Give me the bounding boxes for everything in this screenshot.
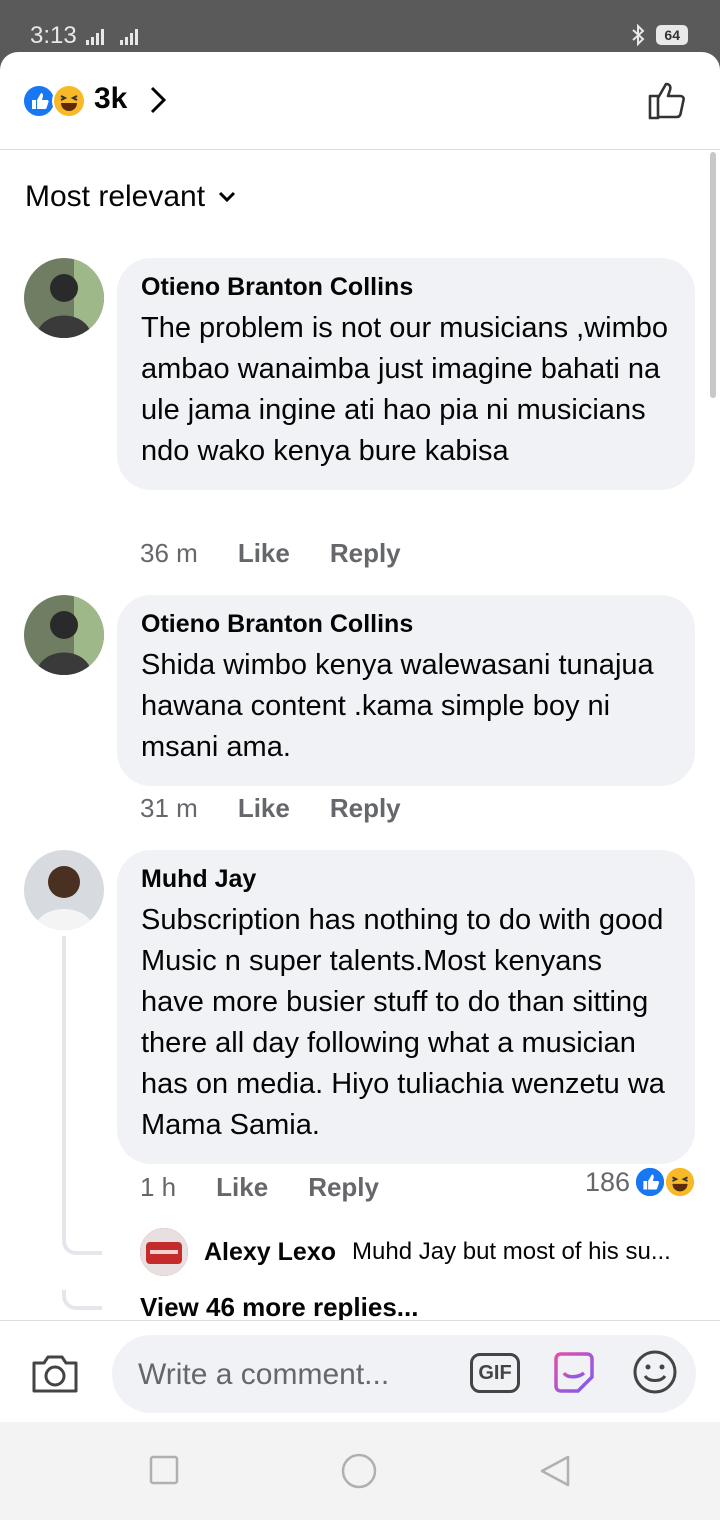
sort-dropdown[interactable]: Most relevant bbox=[25, 180, 237, 214]
comment-actions: 36 m Like Reply bbox=[140, 538, 401, 569]
avatar[interactable] bbox=[24, 850, 104, 930]
avatar[interactable] bbox=[24, 595, 104, 675]
system-navigation-bar bbox=[0, 1422, 720, 1520]
reaction-icons bbox=[22, 84, 86, 118]
reactions-header[interactable]: 3k bbox=[0, 52, 720, 150]
gif-button[interactable]: GIF bbox=[470, 1353, 520, 1393]
comment-time[interactable]: 31 m bbox=[140, 793, 198, 824]
like-link[interactable]: Like bbox=[238, 538, 290, 569]
status-bar: 3:13 64 bbox=[0, 0, 720, 60]
comment-input[interactable] bbox=[136, 1335, 460, 1415]
recent-apps-icon[interactable] bbox=[148, 1454, 180, 1486]
back-icon[interactable] bbox=[538, 1454, 572, 1488]
thread-branch bbox=[62, 1235, 102, 1255]
like-reaction-icon bbox=[634, 1166, 666, 1198]
like-link[interactable]: Like bbox=[238, 793, 290, 824]
battery-indicator: 64 bbox=[656, 25, 688, 45]
comment-bubble[interactable]: Otieno Branton Collins Shida wimbo kenya… bbox=[117, 595, 695, 786]
home-icon[interactable] bbox=[340, 1452, 378, 1490]
like-icon[interactable] bbox=[646, 78, 690, 122]
reply-text: Muhd Jay but most of his su... bbox=[352, 1238, 671, 1265]
avatar[interactable] bbox=[24, 258, 104, 338]
reply-link[interactable]: Reply bbox=[308, 1172, 379, 1203]
like-reaction-icon bbox=[22, 84, 56, 118]
comment-author[interactable]: Otieno Branton Collins bbox=[141, 609, 671, 639]
reply-link[interactable]: Reply bbox=[330, 538, 401, 569]
reply-preview[interactable]: Alexy Lexo Muhd Jay but most of his su..… bbox=[140, 1228, 700, 1276]
haha-reaction-icon bbox=[664, 1166, 696, 1198]
comment-actions: 31 m Like Reply bbox=[140, 793, 401, 824]
reply-link[interactable]: Reply bbox=[330, 793, 401, 824]
sort-label: Most relevant bbox=[25, 180, 206, 213]
comment-reactions[interactable]: 186 bbox=[585, 1166, 696, 1198]
haha-reaction-icon bbox=[52, 84, 86, 118]
thread-branch bbox=[62, 1290, 102, 1310]
emoji-icon[interactable] bbox=[632, 1349, 678, 1395]
comment-text: Subscription has nothing to do with good… bbox=[141, 904, 665, 1141]
comment-bubble[interactable]: Muhd Jay Subscription has nothing to do … bbox=[117, 850, 695, 1164]
thread-line bbox=[62, 936, 66, 1236]
status-time: 3:13 bbox=[30, 22, 77, 49]
signal-icon bbox=[86, 29, 138, 45]
comment-time[interactable]: 1 h bbox=[140, 1172, 176, 1203]
reply-author[interactable]: Alexy Lexo bbox=[204, 1238, 336, 1267]
camera-icon[interactable] bbox=[30, 1351, 80, 1395]
chevron-down-icon bbox=[219, 191, 236, 203]
comment-input-container[interactable]: GIF bbox=[112, 1335, 696, 1415]
comment-author[interactable]: Otieno Branton Collins bbox=[141, 272, 671, 302]
sticker-icon[interactable] bbox=[550, 1349, 598, 1397]
reaction-count[interactable]: 3k bbox=[94, 82, 127, 116]
like-link[interactable]: Like bbox=[216, 1172, 268, 1203]
chevron-right-icon[interactable] bbox=[146, 82, 170, 118]
reaction-count: 186 bbox=[584, 1166, 630, 1197]
scrollbar[interactable] bbox=[710, 152, 716, 398]
avatar[interactable] bbox=[140, 1228, 188, 1276]
comment-bubble[interactable]: Otieno Branton Collins The problem is no… bbox=[117, 258, 695, 490]
view-more-replies-link[interactable]: View 46 more replies... bbox=[140, 1292, 418, 1323]
bluetooth-icon bbox=[632, 24, 645, 46]
comment-actions: 1 h Like Reply bbox=[140, 1172, 379, 1203]
comment-author[interactable]: Muhd Jay bbox=[141, 864, 671, 894]
comment-time[interactable]: 36 m bbox=[140, 538, 198, 569]
comment-text: The problem is not our musicians ,wimbo … bbox=[141, 312, 669, 467]
comments-sheet: 3k Most relevant Otieno Branton Collins … bbox=[0, 52, 720, 1422]
comment-text: Shida wimbo kenya walewasani tunajua haw… bbox=[141, 649, 654, 763]
comment-composer: GIF bbox=[0, 1320, 720, 1422]
